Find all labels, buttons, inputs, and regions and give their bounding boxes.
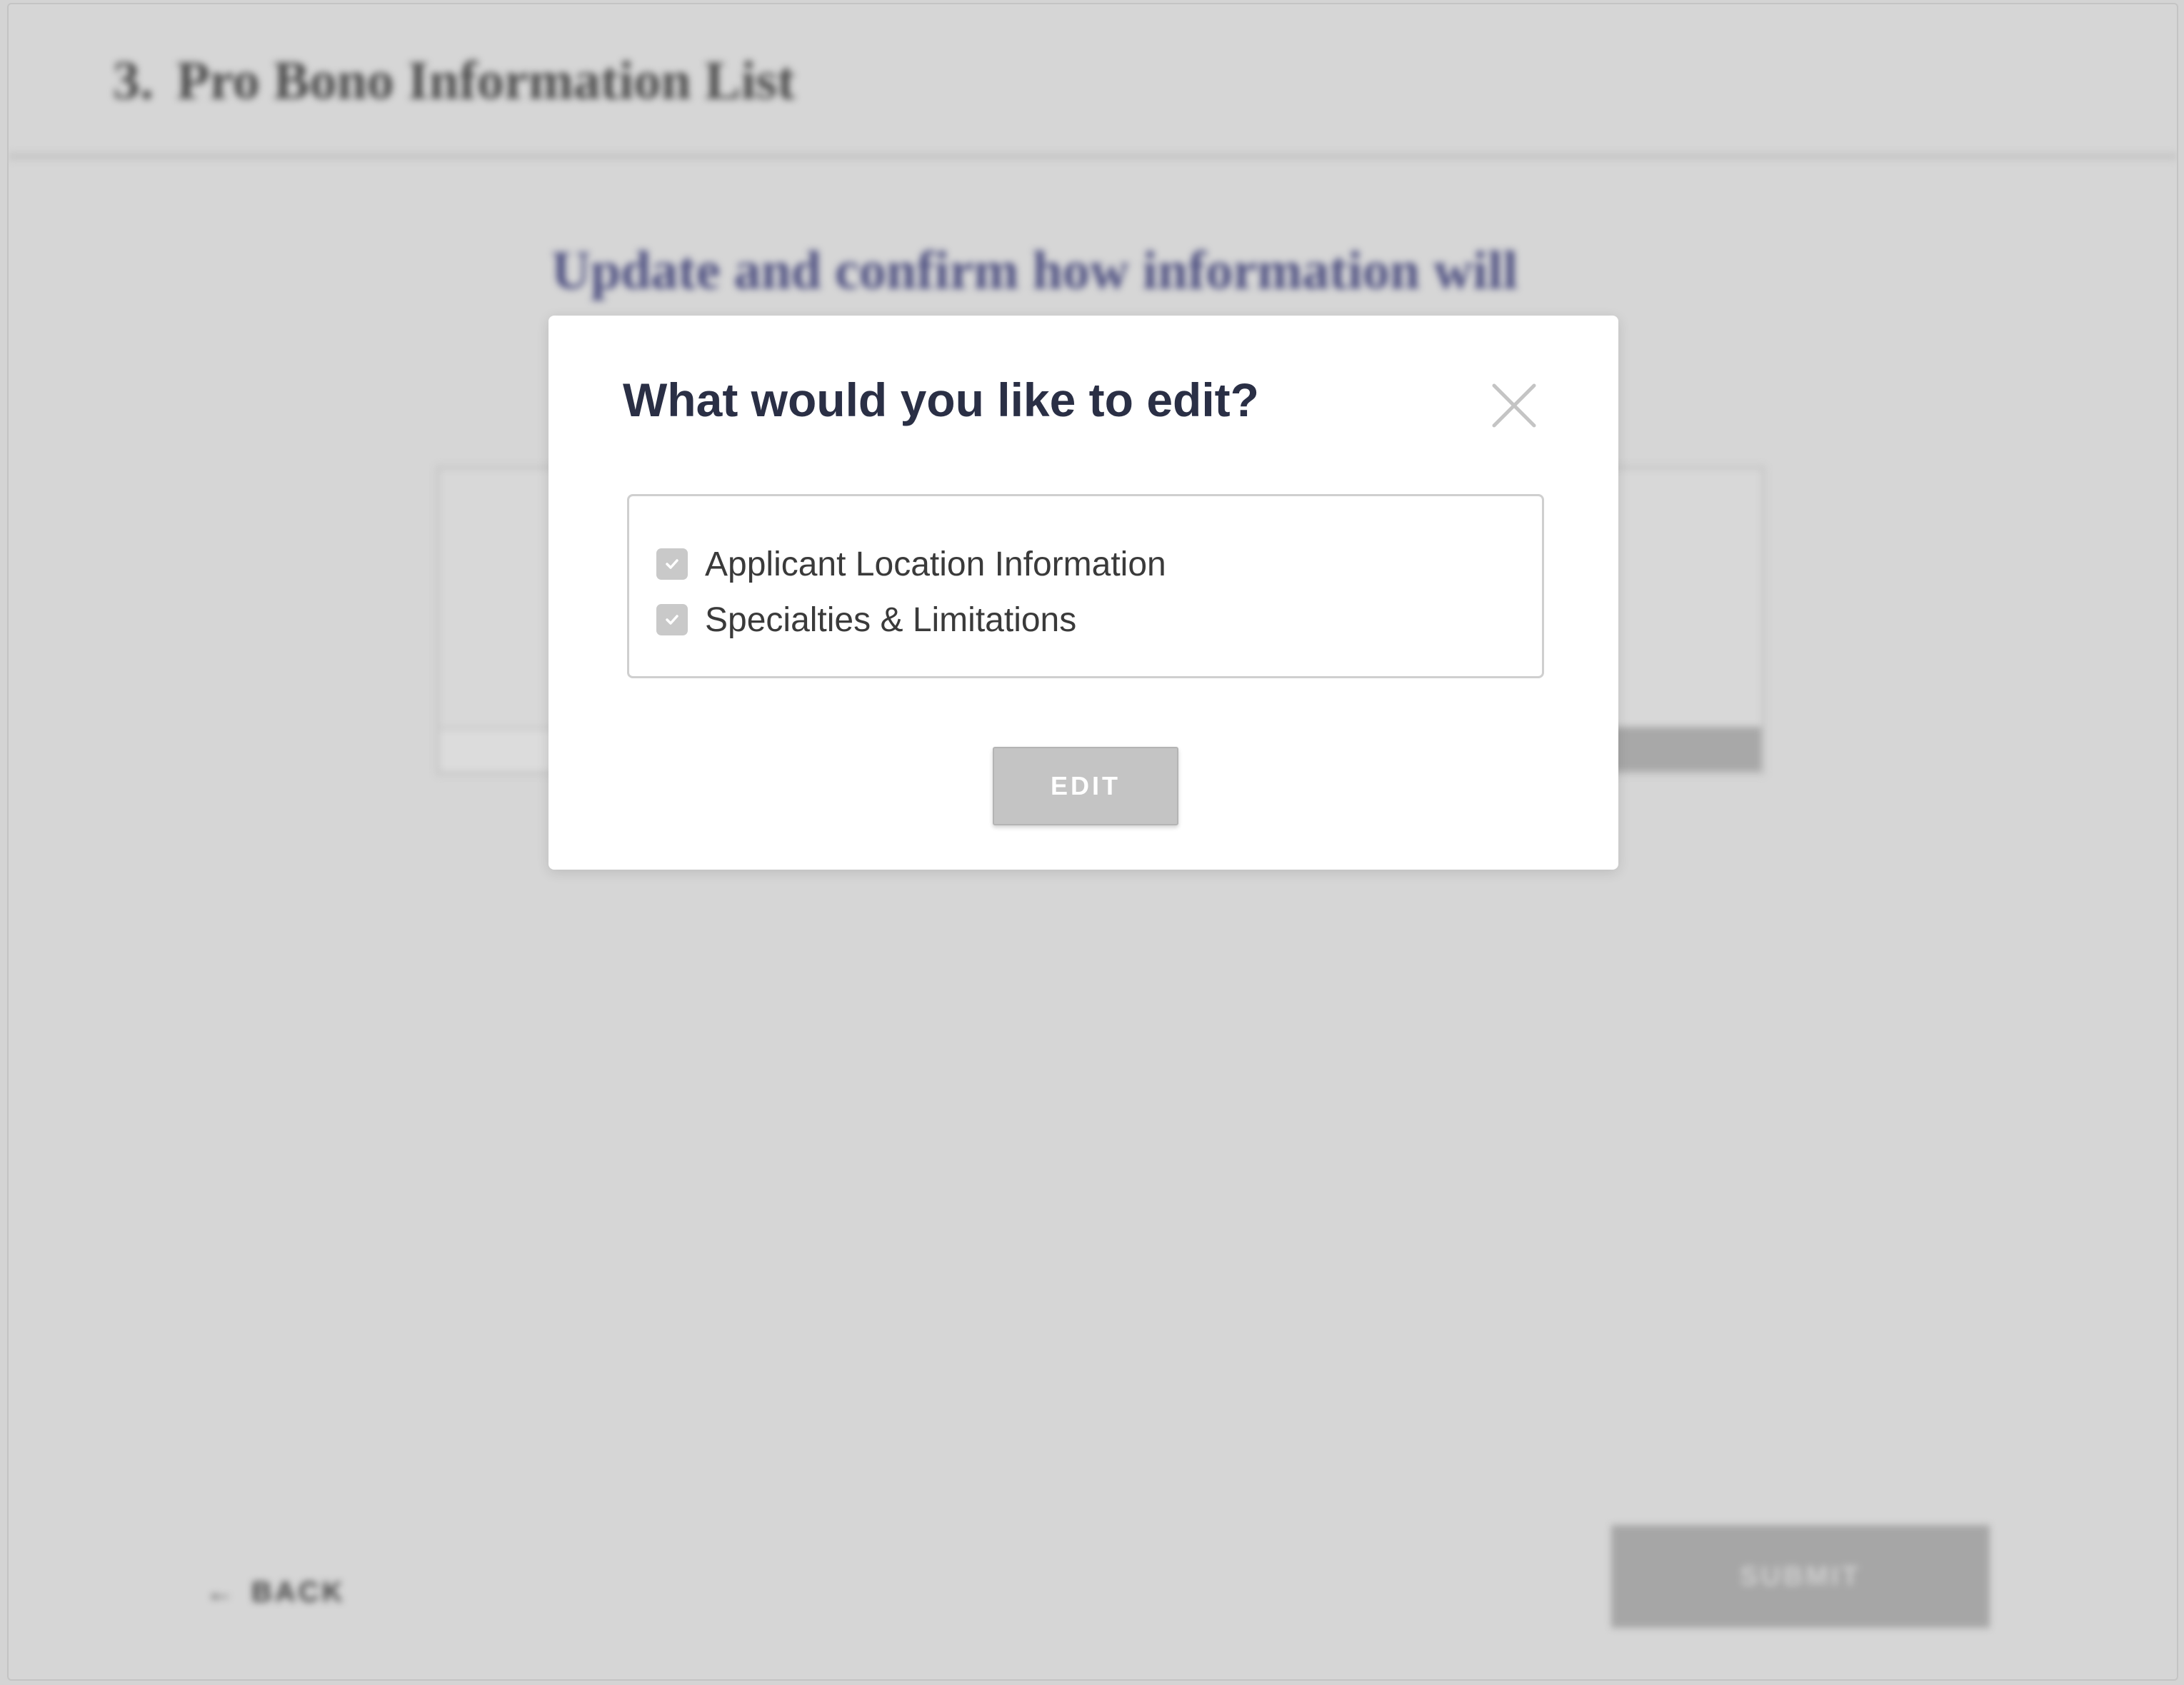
option-label: Applicant Location Information (705, 545, 1166, 583)
step-number: 3. (113, 51, 154, 111)
edit-options-list: Applicant Location Information Specialti… (627, 494, 1544, 678)
submit-button[interactable]: SUBMIT (1611, 1525, 1990, 1628)
close-icon-svg (1492, 383, 1536, 428)
step-title: Pro Bono Information List (176, 51, 796, 111)
submit-label: SUBMIT (1740, 1561, 1861, 1591)
back-label: BACK (251, 1576, 346, 1608)
back-button[interactable]: ← BACK (206, 1576, 346, 1609)
edit-button[interactable]: EDIT (993, 747, 1178, 825)
edit-dialog: What would you like to edit? Applicant L… (548, 316, 1618, 870)
option-applicant-location[interactable]: Applicant Location Information (656, 536, 1542, 592)
option-label: Specialties & Limitations (705, 600, 1077, 639)
arrow-left-icon: ← (206, 1576, 237, 1608)
page-header: 3. Pro Bono Information List (9, 4, 2177, 160)
checkbox-checked-icon[interactable] (656, 604, 688, 635)
page-subtitle: Update and confirm how information will (551, 241, 1518, 301)
option-specialties-limitations[interactable]: Specialties & Limitations (656, 592, 1542, 648)
step-heading: 3. Pro Bono Information List (113, 50, 795, 112)
checkbox-checked-icon[interactable] (656, 548, 688, 580)
close-icon[interactable] (1491, 383, 1537, 428)
dialog-title: What would you like to edit? (623, 373, 1259, 426)
